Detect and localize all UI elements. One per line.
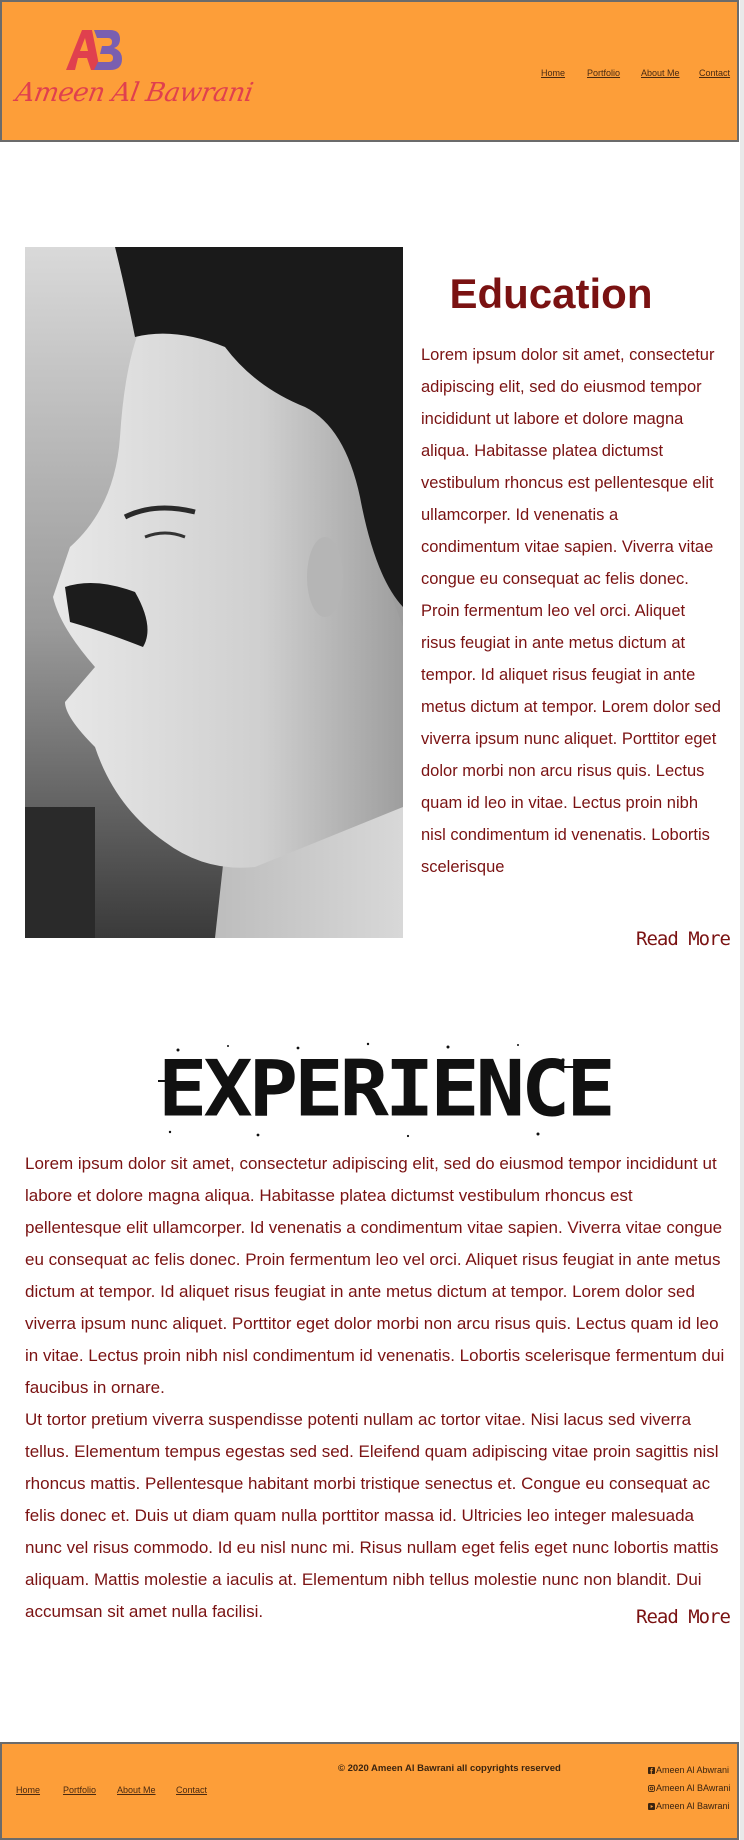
page-scrollbar[interactable] — [740, 0, 744, 1840]
instagram-icon — [648, 1784, 655, 1792]
site-logo[interactable]: Ameen Al Bawrani — [13, 26, 255, 126]
logo-signature-text: Ameen Al Bawrani — [13, 78, 256, 108]
facebook-icon — [648, 1766, 655, 1774]
footer-link-home[interactable]: Home — [16, 1785, 40, 1795]
experience-heading: EXPERIENCE — [158, 1040, 616, 1140]
footer-social-youtube[interactable]: Ameen Al Bawrani — [648, 1801, 730, 1811]
nav-link-about[interactable]: About Me — [641, 68, 680, 78]
facebook-label: Ameen Al Abwrani — [656, 1765, 730, 1775]
instagram-label: Ameen Al BAwrani — [656, 1783, 731, 1793]
footer-link-about[interactable]: About Me — [117, 1785, 156, 1795]
experience-read-more-link[interactable]: Read More — [636, 1606, 731, 1628]
education-read-more-link[interactable]: Read More — [636, 928, 731, 950]
nav-link-contact[interactable]: Contact — [699, 68, 730, 78]
footer-copyright: © 2020 Ameen Al Bawrani all copyrights r… — [338, 1763, 561, 1774]
grunge-texture-icon — [158, 1042, 583, 1138]
profile-portrait-image — [25, 247, 403, 938]
education-body-text: Lorem ipsum dolor sit amet, consectetur … — [421, 346, 721, 876]
nav-link-portfolio[interactable]: Portfolio — [587, 68, 620, 78]
experience-paragraph-1: Lorem ipsum dolor sit amet, consectetur … — [25, 1154, 725, 1397]
site-header: Ameen Al Bawrani Home Portfolio About Me… — [0, 0, 739, 142]
nav-link-home[interactable]: Home — [541, 68, 565, 78]
experience-body-text: Lorem ipsum dolor sit amet, consectetur … — [25, 1148, 725, 1628]
experience-paragraph-2: Ut tortor pretium viverra suspendisse po… — [25, 1410, 719, 1621]
youtube-icon — [648, 1802, 655, 1810]
footer-social-facebook[interactable]: Ameen Al Abwrani — [648, 1765, 729, 1775]
footer-link-contact[interactable]: Contact — [176, 1785, 207, 1795]
youtube-label: Ameen Al Bawrani — [656, 1801, 730, 1811]
education-heading: Education — [449, 270, 653, 317]
profile-photo — [25, 247, 403, 938]
footer-social-instagram[interactable]: Ameen Al BAwrani — [648, 1783, 730, 1793]
logo-mark-icon — [66, 30, 122, 70]
footer-link-portfolio[interactable]: Portfolio — [63, 1785, 96, 1795]
site-footer — [0, 1742, 739, 1840]
